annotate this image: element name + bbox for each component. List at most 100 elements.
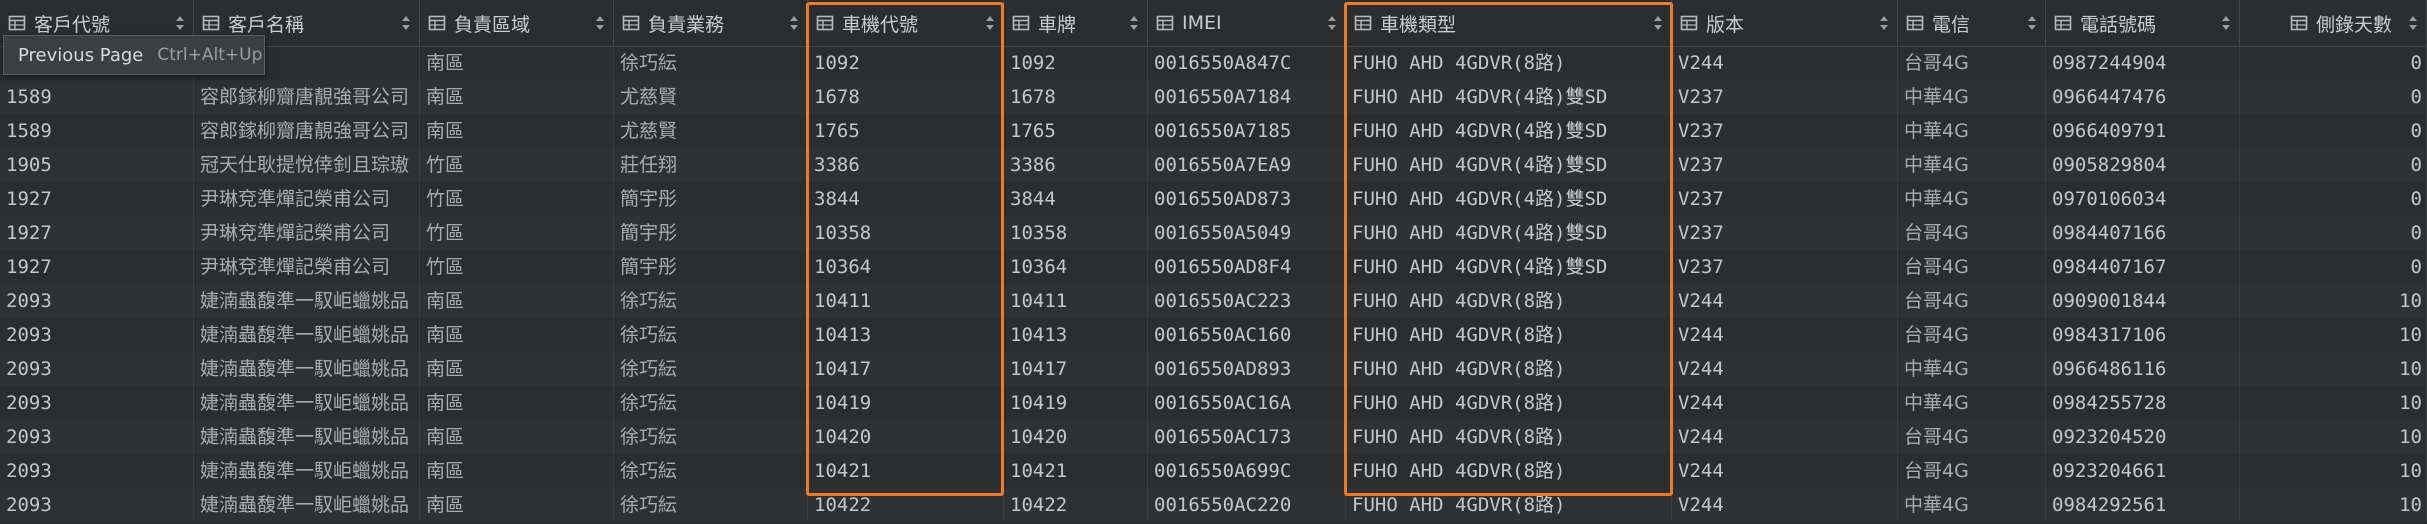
- cell-customer-name[interactable]: 婕湳蟲馥準一馭岠蠟姚品: [194, 488, 420, 522]
- sort-icon[interactable]: [1129, 15, 1139, 31]
- cell-imei[interactable]: 0016550A699C: [1148, 454, 1346, 488]
- cell-region[interactable]: 竹區: [420, 216, 614, 250]
- cell-salesperson[interactable]: 徐巧紜: [614, 488, 808, 522]
- table-row[interactable]: 2093 婕湳蟲馥準一馭岠蠟姚品 南區 徐巧紜 10421 10421 0016550A69…: [0, 454, 2427, 488]
- column-header-region[interactable]: 負責區域: [420, 0, 614, 46]
- sort-icon[interactable]: [2027, 15, 2037, 31]
- sort-icon[interactable]: [1327, 15, 1337, 31]
- sort-icon[interactable]: [2221, 15, 2231, 31]
- table-row[interactable]: 2093 婕湳蟲馥準一馭岠蠟姚品 南區 徐巧紜 10413 10413 0016550AC1…: [0, 318, 2427, 352]
- cell-carrier[interactable]: 中華4G: [1898, 352, 2046, 386]
- cell-carrier[interactable]: 台哥4G: [1898, 284, 2046, 318]
- cell-customer-id[interactable]: 2093: [0, 284, 194, 318]
- column-header-salesperson[interactable]: 負責業務: [614, 0, 808, 46]
- cell-region[interactable]: 南區: [420, 80, 614, 114]
- cell-customer-name[interactable]: 婕湳蟲馥準一馭岠蠟姚品: [194, 352, 420, 386]
- cell-device-id[interactable]: 1765: [808, 114, 1004, 148]
- cell-region[interactable]: 南區: [420, 488, 614, 522]
- cell-device-type[interactable]: FUHO AHD 4GDVR(4路)雙SD: [1346, 148, 1672, 182]
- cell-device-id[interactable]: 3844: [808, 182, 1004, 216]
- cell-version[interactable]: V244: [1672, 420, 1898, 454]
- cell-carrier[interactable]: 中華4G: [1898, 488, 2046, 522]
- column-header-version[interactable]: 版本: [1672, 0, 1898, 46]
- table-row[interactable]: 1927 尹琳兗準燀記榮甫公司 竹區 簡宇彤 10358 10358 0016550A504…: [0, 216, 2427, 250]
- table-row[interactable]: 2093 婕湳蟲馥準一馭岠蠟姚品 南區 徐巧紜 10417 10417 0016550AD8…: [0, 352, 2427, 386]
- cell-region[interactable]: 南區: [420, 352, 614, 386]
- table-row[interactable]: 2093 婕湳蟲馥準一馭岠蠟姚品 南區 徐巧紜 10422 10422 0016550AC2…: [0, 488, 2427, 522]
- table-row[interactable]: 1589 容郎鎵柳齎唐靚強哥公司 南區 尤慈賢 1765 1765 0016550A7185…: [0, 114, 2427, 148]
- cell-phone[interactable]: 0984407166: [2046, 216, 2240, 250]
- cell-customer-id[interactable]: 2093: [0, 454, 194, 488]
- cell-customer-id[interactable]: 2093: [0, 420, 194, 454]
- column-header-imei[interactable]: IMEI: [1148, 0, 1346, 46]
- cell-device-id[interactable]: 1678: [808, 80, 1004, 114]
- cell-imei[interactable]: 0016550A7EA9: [1148, 148, 1346, 182]
- cell-plate[interactable]: 10358: [1004, 216, 1148, 250]
- cell-device-type[interactable]: FUHO AHD 4GDVR(8路): [1346, 352, 1672, 386]
- cell-carrier[interactable]: 台哥4G: [1898, 216, 2046, 250]
- cell-imei[interactable]: 0016550AD8F4: [1148, 250, 1346, 284]
- column-header-carrier[interactable]: 電信: [1898, 0, 2046, 46]
- cell-version[interactable]: V244: [1672, 318, 1898, 352]
- cell-region[interactable]: 南區: [420, 284, 614, 318]
- cell-device-id[interactable]: 3386: [808, 148, 1004, 182]
- cell-device-id[interactable]: 10421: [808, 454, 1004, 488]
- cell-imei[interactable]: 0016550AC173: [1148, 420, 1346, 454]
- sort-icon[interactable]: [1879, 15, 1889, 31]
- cell-carrier[interactable]: 台哥4G: [1898, 454, 2046, 488]
- cell-salesperson[interactable]: 徐巧紜: [614, 318, 808, 352]
- cell-device-type[interactable]: FUHO AHD 4GDVR(8路): [1346, 318, 1672, 352]
- cell-record-days[interactable]: 10: [2240, 488, 2427, 522]
- cell-phone[interactable]: 0984255728: [2046, 386, 2240, 420]
- cell-customer-name[interactable]: 容郎鎵柳齎唐靚強哥公司: [194, 80, 420, 114]
- column-header-device-type[interactable]: 車機類型: [1346, 0, 1672, 46]
- cell-imei[interactable]: 0016550A7185: [1148, 114, 1346, 148]
- cell-device-type[interactable]: FUHO AHD 4GDVR(8路): [1346, 454, 1672, 488]
- cell-customer-name[interactable]: 婕湳蟲馥準一馭岠蠟姚品: [194, 420, 420, 454]
- cell-plate[interactable]: 1765: [1004, 114, 1148, 148]
- cell-version[interactable]: V237: [1672, 182, 1898, 216]
- table-row[interactable]: 1927 尹琳兗準燀記榮甫公司 竹區 簡宇彤 3844 3844 0016550AD873 F…: [0, 182, 2427, 216]
- cell-plate[interactable]: 10420: [1004, 420, 1148, 454]
- cell-region[interactable]: 南區: [420, 454, 614, 488]
- cell-version[interactable]: V237: [1672, 148, 1898, 182]
- cell-region[interactable]: 竹區: [420, 148, 614, 182]
- column-header-phone[interactable]: 電話號碼: [2046, 0, 2240, 46]
- cell-record-days[interactable]: 0: [2240, 182, 2427, 216]
- cell-device-id[interactable]: 10358: [808, 216, 1004, 250]
- cell-phone[interactable]: 0966486116: [2046, 352, 2240, 386]
- cell-device-type[interactable]: FUHO AHD 4GDVR(4路)雙SD: [1346, 114, 1672, 148]
- cell-version[interactable]: V237: [1672, 114, 1898, 148]
- cell-plate[interactable]: 10422: [1004, 488, 1148, 522]
- cell-salesperson[interactable]: 徐巧紜: [614, 352, 808, 386]
- cell-plate[interactable]: 3386: [1004, 148, 1148, 182]
- cell-record-days[interactable]: 0: [2240, 148, 2427, 182]
- cell-device-type[interactable]: FUHO AHD 4GDVR(8路): [1346, 420, 1672, 454]
- cell-device-type[interactable]: FUHO AHD 4GDVR(4路)雙SD: [1346, 80, 1672, 114]
- cell-imei[interactable]: 0016550AC16A: [1148, 386, 1346, 420]
- cell-record-days[interactable]: 10: [2240, 386, 2427, 420]
- column-header-device-id[interactable]: 車機代號: [808, 0, 1004, 46]
- table-row[interactable]: 2093 婕湳蟲馥準一馭岠蠟姚品 南區 徐巧紜 10420 10420 0016550AC1…: [0, 420, 2427, 454]
- cell-version[interactable]: V237: [1672, 250, 1898, 284]
- cell-phone[interactable]: 0966409791: [2046, 114, 2240, 148]
- cell-customer-id[interactable]: 1589: [0, 114, 194, 148]
- cell-customer-id[interactable]: 1927: [0, 250, 194, 284]
- cell-record-days[interactable]: 10: [2240, 284, 2427, 318]
- cell-record-days[interactable]: 0: [2240, 216, 2427, 250]
- table-row[interactable]: 1927 尹琳兗準燀記榮甫公司 竹區 簡宇彤 10364 10364 0016550AD8F…: [0, 250, 2427, 284]
- cell-customer-id[interactable]: 1589: [0, 80, 194, 114]
- cell-phone[interactable]: 0970106034: [2046, 182, 2240, 216]
- cell-region[interactable]: 南區: [420, 420, 614, 454]
- cell-salesperson[interactable]: 徐巧紜: [614, 284, 808, 318]
- cell-record-days[interactable]: 0: [2240, 80, 2427, 114]
- cell-phone[interactable]: 0966447476: [2046, 80, 2240, 114]
- cell-imei[interactable]: 0016550AC220: [1148, 488, 1346, 522]
- cell-customer-name[interactable]: 婕湳蟲馥準一馭岠蠟姚品: [194, 284, 420, 318]
- table-row[interactable]: 2093 婕湳蟲馥準一馭岠蠟姚品 南區 徐巧紜 10419 10419 0016550AC1…: [0, 386, 2427, 420]
- sort-icon[interactable]: [595, 15, 605, 31]
- cell-version[interactable]: V244: [1672, 46, 1898, 80]
- cell-salesperson[interactable]: 莊任翔: [614, 148, 808, 182]
- cell-customer-id[interactable]: 1927: [0, 216, 194, 250]
- cell-customer-id[interactable]: 2093: [0, 386, 194, 420]
